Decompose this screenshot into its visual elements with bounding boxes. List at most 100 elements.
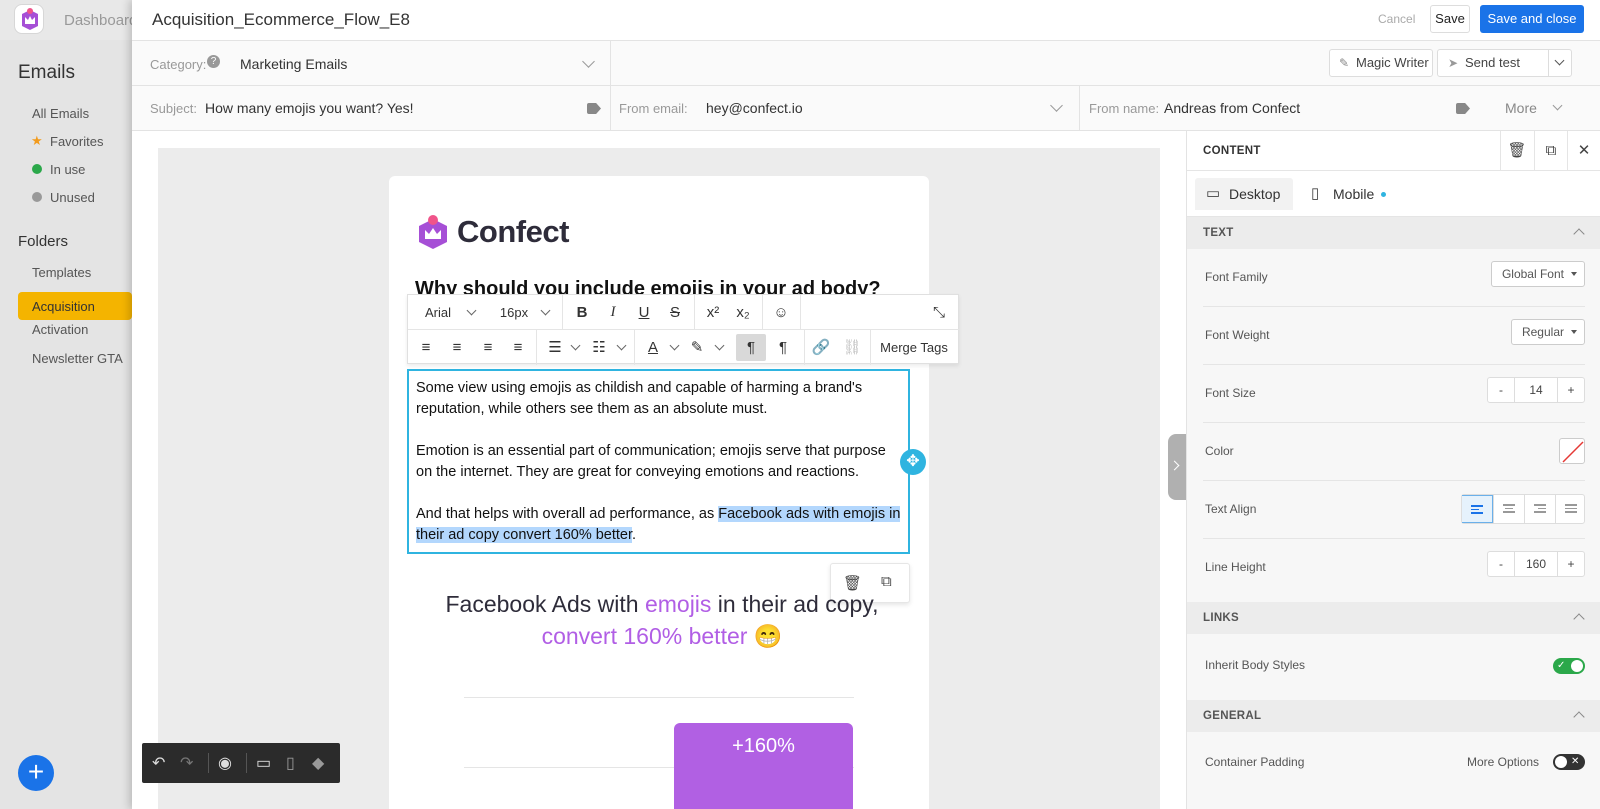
- chevron-down-icon[interactable]: [582, 55, 595, 68]
- sidebar-item-in-use[interactable]: In use: [50, 162, 85, 177]
- bullet-list-icon[interactable]: ☰: [544, 334, 566, 361]
- tag-icon[interactable]: ◆: [312, 753, 324, 773]
- create-new-button[interactable]: +: [18, 755, 54, 791]
- font-weight-dropdown[interactable]: Regular: [1510, 319, 1585, 345]
- help-icon[interactable]: ?: [207, 55, 220, 68]
- duplicate-icon[interactable]: ⧉: [1534, 131, 1567, 171]
- color-swatch[interactable]: [1559, 438, 1585, 464]
- decrement-button[interactable]: -: [1488, 378, 1514, 402]
- desktop-view-icon[interactable]: ▭: [256, 753, 271, 773]
- increment-button[interactable]: +: [1558, 552, 1584, 576]
- collapse-panel-tab[interactable]: [1168, 434, 1186, 500]
- font-family-dropdown[interactable]: Global Font: [1490, 261, 1585, 287]
- strikethrough-icon[interactable]: S: [663, 299, 687, 326]
- align-justify-icon[interactable]: ≡: [506, 334, 530, 361]
- email-title[interactable]: Acquisition_Ecommerce_Flow_E8: [152, 10, 410, 30]
- underline-icon[interactable]: U: [632, 299, 656, 326]
- stat-box[interactable]: +160%: [674, 723, 853, 809]
- highlight-icon[interactable]: ✎: [686, 334, 708, 361]
- text-block-editable[interactable]: Some view using emojis as childish and c…: [407, 369, 910, 554]
- from-name-input[interactable]: Andreas from Confect: [1164, 100, 1300, 116]
- move-handle-icon[interactable]: ✥: [900, 449, 926, 475]
- delete-icon[interactable]: 🗑: [1500, 131, 1533, 171]
- save-and-close-button[interactable]: Save and close: [1480, 5, 1584, 33]
- paragraph[interactable]: Some view using emojis as childish and c…: [416, 378, 901, 420]
- send-test-button[interactable]: ➤ Send test: [1437, 49, 1549, 77]
- chevron-down-icon[interactable]: [616, 340, 627, 351]
- from-name-label: From name:: [1089, 101, 1160, 116]
- chevron-down-icon[interactable]: [466, 305, 477, 316]
- chevron-down-icon[interactable]: [1552, 100, 1563, 111]
- numbered-list-icon[interactable]: ☷: [588, 334, 610, 361]
- toggle-knob: [1555, 756, 1567, 768]
- promo-heading[interactable]: Facebook Ads with emojis in their ad cop…: [429, 588, 895, 652]
- link-icon[interactable]: 🔗: [808, 334, 834, 361]
- tab-mobile[interactable]: ▯ Mobile: [1299, 178, 1389, 210]
- nav-dashboard[interactable]: Dashboard: [64, 12, 137, 29]
- line-height-input[interactable]: 160: [1514, 552, 1558, 576]
- more-button[interactable]: More: [1505, 100, 1537, 116]
- sidebar-item-all-emails[interactable]: All Emails: [32, 106, 89, 121]
- text-color-icon[interactable]: A: [642, 334, 664, 361]
- align-center-icon[interactable]: ≡: [445, 334, 469, 361]
- decrement-button[interactable]: -: [1488, 552, 1514, 576]
- close-icon[interactable]: ✕: [1567, 131, 1600, 171]
- align-center-icon[interactable]: [1493, 495, 1524, 523]
- rtl-paragraph-icon[interactable]: ¶: [770, 334, 796, 361]
- increment-button[interactable]: +: [1558, 378, 1584, 402]
- font-size-input[interactable]: 14: [1514, 378, 1558, 402]
- folder-templates[interactable]: Templates: [32, 265, 91, 280]
- folder-activation[interactable]: Activation: [32, 322, 88, 337]
- emoji-icon[interactable]: ☺: [768, 299, 794, 326]
- from-email-select[interactable]: hey@confect.io: [706, 100, 803, 116]
- sidebar-item-favorites[interactable]: Favorites: [50, 134, 103, 149]
- section-links[interactable]: LINKS: [1187, 602, 1600, 634]
- chevron-down-icon[interactable]: [714, 340, 725, 351]
- magic-writer-button[interactable]: ✎ Magic Writer: [1329, 49, 1433, 77]
- more-options-toggle[interactable]: ✕: [1553, 754, 1585, 770]
- align-left-icon[interactable]: ≡: [414, 334, 438, 361]
- merge-tags-button[interactable]: Merge Tags: [876, 334, 952, 361]
- section-text[interactable]: TEXT: [1187, 217, 1600, 249]
- paragraph[interactable]: Emotion is an essential part of communic…: [416, 441, 901, 483]
- subscript-icon[interactable]: x₂: [730, 299, 756, 326]
- italic-icon[interactable]: I: [601, 299, 625, 326]
- tag-icon[interactable]: [1456, 103, 1470, 114]
- cancel-button[interactable]: Cancel: [1378, 12, 1415, 26]
- folder-acquisition[interactable]: Acquisition: [32, 299, 95, 314]
- category-select[interactable]: Marketing Emails: [240, 56, 347, 72]
- undo-icon[interactable]: ↶: [152, 753, 165, 773]
- ltr-paragraph-icon[interactable]: ¶: [736, 334, 766, 361]
- sidebar-item-unused[interactable]: Unused: [50, 190, 95, 205]
- preview-icon[interactable]: ◉: [218, 753, 232, 773]
- unlink-icon[interactable]: ⛓: [839, 334, 865, 361]
- subject-input[interactable]: How many emojis you want? Yes!: [205, 100, 414, 116]
- tab-desktop[interactable]: ▭ Desktop: [1195, 178, 1293, 210]
- section-general[interactable]: GENERAL: [1187, 700, 1600, 732]
- save-button[interactable]: Save: [1430, 5, 1470, 33]
- collapse-icon[interactable]: ⤡: [926, 299, 952, 326]
- tag-icon[interactable]: [587, 103, 601, 114]
- redo-icon[interactable]: ↷: [180, 753, 193, 773]
- font-size-select[interactable]: 16px: [494, 299, 534, 326]
- font-family-select[interactable]: Arial: [418, 299, 458, 326]
- folder-newsletter-gta[interactable]: Newsletter GTA: [32, 351, 123, 366]
- chevron-down-icon[interactable]: [570, 340, 581, 351]
- paragraph[interactable]: And that helps with overall ad performan…: [416, 504, 901, 546]
- divider: [634, 330, 635, 365]
- chevron-down-icon[interactable]: [669, 340, 680, 351]
- mobile-view-icon[interactable]: ▯: [286, 753, 295, 773]
- chevron-down-icon[interactable]: [540, 305, 551, 316]
- app-logo[interactable]: [14, 4, 44, 34]
- align-right-icon[interactable]: [1524, 495, 1555, 523]
- align-left-icon[interactable]: [1462, 495, 1493, 523]
- divider: [208, 753, 209, 773]
- align-right-icon[interactable]: ≡: [476, 334, 500, 361]
- align-justify-icon[interactable]: [1555, 495, 1586, 523]
- bold-icon[interactable]: B: [570, 299, 594, 326]
- chevron-down-icon[interactable]: [1050, 99, 1063, 112]
- section-general-title: GENERAL: [1203, 710, 1262, 722]
- send-test-dropdown[interactable]: [1548, 49, 1572, 77]
- superscript-icon[interactable]: x²: [700, 299, 726, 326]
- inherit-body-styles-toggle[interactable]: ✓: [1553, 658, 1585, 674]
